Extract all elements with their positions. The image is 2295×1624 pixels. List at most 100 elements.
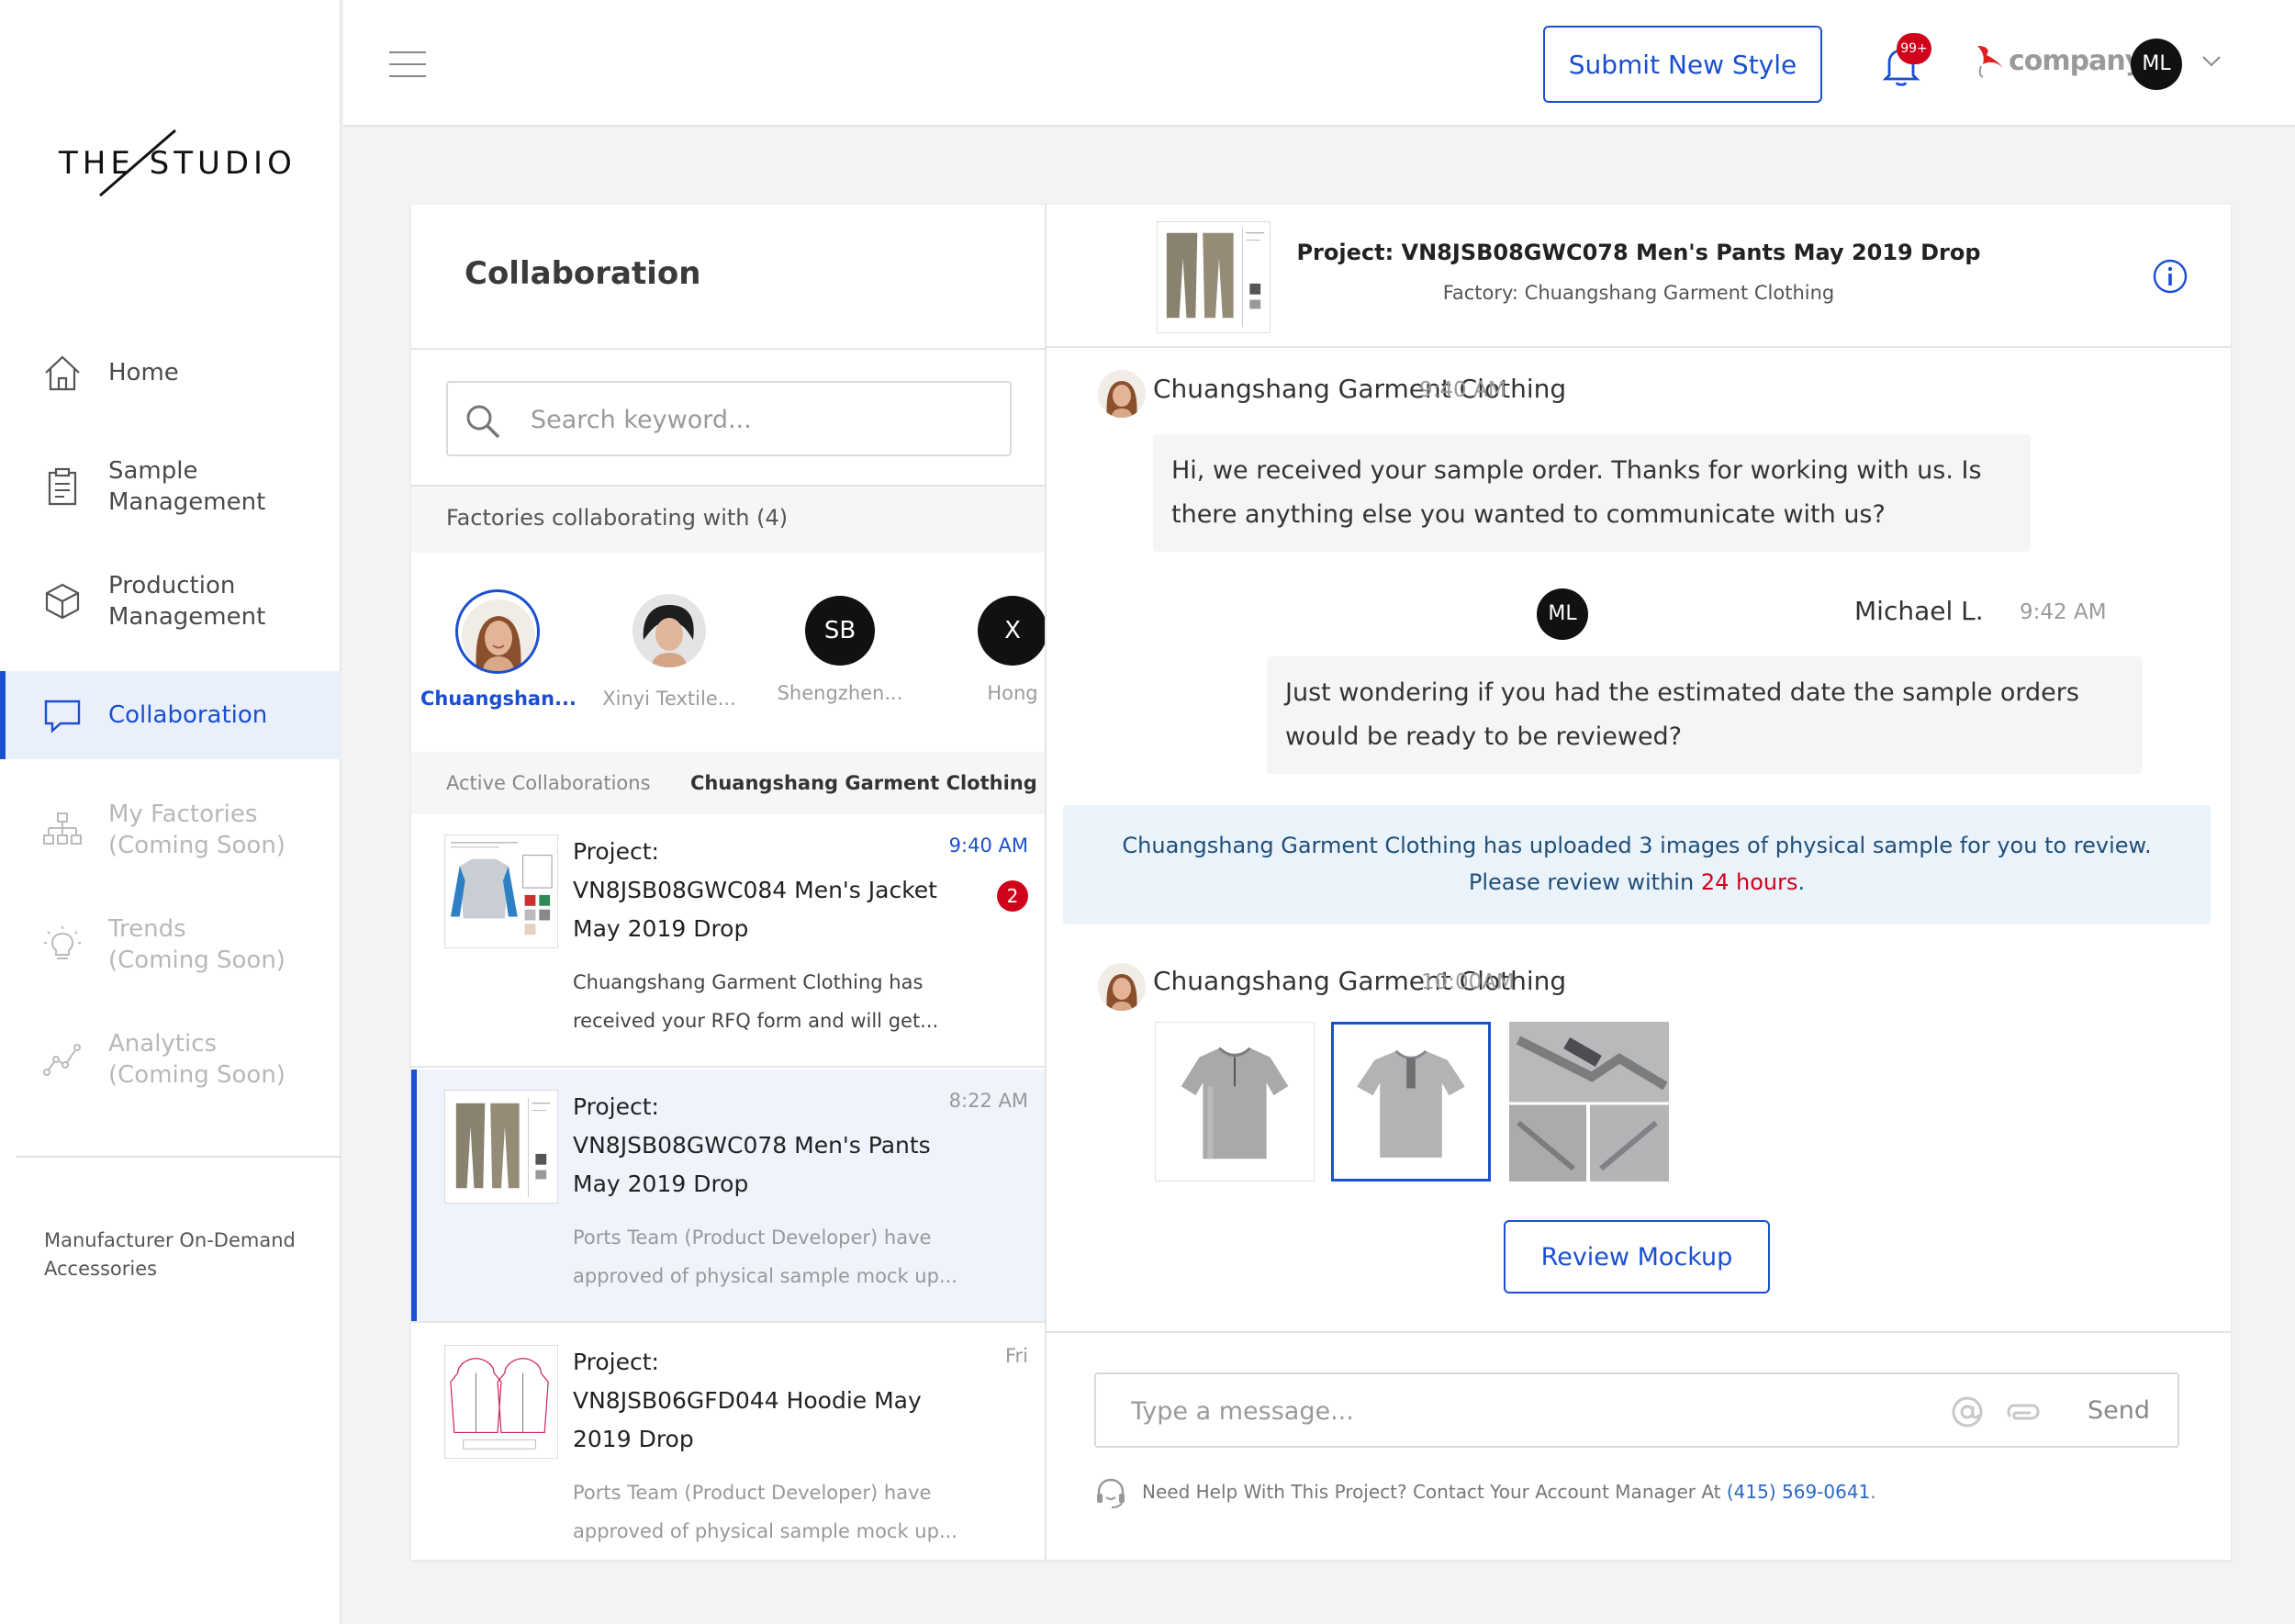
- notification-badge: 99+: [1897, 33, 1931, 64]
- search-icon: [466, 405, 500, 439]
- send-button[interactable]: Send: [2073, 1387, 2165, 1433]
- thread-title: Project: VN8JSB08GWC084 Men's Jacket May…: [573, 838, 937, 942]
- thread-preview: Ports Team (Product Developer) have appr…: [573, 1226, 957, 1287]
- factory-avatar: [1098, 370, 1146, 418]
- sidebar-item-production-management[interactable]: Production Management: [0, 557, 341, 645]
- message-input[interactable]: [1131, 1391, 1939, 1431]
- sample-image-1[interactable]: [1155, 1022, 1315, 1182]
- sidebar-item-home[interactable]: Home: [0, 329, 341, 417]
- thread-preview: Ports Team (Product Developer) have appr…: [573, 1482, 957, 1542]
- tech-pack-thumbnail: [444, 834, 558, 948]
- sidebar-item-label: My Factories (Coming Soon): [108, 801, 285, 859]
- pants-thumbnail: [444, 1090, 558, 1204]
- sample-detail-collage[interactable]: [1509, 1022, 1669, 1182]
- factory-chip-shengzhen[interactable]: SB Shengzhen...: [753, 571, 927, 704]
- box-icon: [45, 583, 80, 620]
- sidebar-item-label: Trends (Coming Soon): [108, 915, 285, 974]
- chevron-down-icon[interactable]: [2201, 55, 2222, 68]
- factory-name: Chuangshan...: [420, 688, 577, 710]
- submit-new-style-button[interactable]: Submit New Style: [1543, 26, 1822, 103]
- project-thumbnail[interactable]: [1157, 221, 1271, 333]
- factories-heading: Factories collaborating with (4): [446, 505, 789, 531]
- analytics-icon: [43, 1044, 81, 1076]
- thread-time: 9:40 AM: [948, 834, 1028, 857]
- message-composer: Send: [1094, 1372, 2179, 1448]
- user-avatar[interactable]: ML: [2131, 39, 2182, 90]
- company-bird-icon: [1977, 46, 2003, 78]
- sidebar-item-label: Production Management: [108, 572, 266, 631]
- collaboration-panel: Collaboration Factories collaborating wi…: [411, 205, 2231, 1560]
- active-factory-name: Chuangshang Garment Clothing: [690, 772, 1037, 794]
- factory-chip-chuangshang[interactable]: Chuangshan...: [411, 571, 586, 710]
- search-box: [446, 381, 1012, 456]
- factory-chip-xinyi[interactable]: Xinyi Textile...: [582, 571, 756, 710]
- clipboard-icon: [48, 467, 77, 506]
- sidebar-item-label: Analytics (Coming Soon): [108, 1030, 285, 1089]
- user-avatar-small: ML: [1537, 588, 1588, 640]
- mention-icon[interactable]: [1950, 1394, 1985, 1429]
- sidebar: THE STUDIO Home Sample Management Produc…: [0, 0, 341, 1624]
- factory-name: Hong: [987, 682, 1038, 704]
- info-icon[interactable]: [2152, 258, 2189, 295]
- factories-heading-bar: Factories collaborating with (4): [411, 487, 1045, 553]
- sidebar-item-collaboration[interactable]: Collaboration: [0, 671, 341, 759]
- studio-logo[interactable]: THE STUDIO: [59, 127, 297, 200]
- selected-ring: [455, 589, 540, 674]
- org-chart-icon: [43, 812, 82, 845]
- help-prefix: Need Help With This Project? Contact You…: [1142, 1481, 1727, 1503]
- headset-icon: [1097, 1478, 1125, 1508]
- message-sender: Michael L.: [1854, 596, 1984, 626]
- page-title: Collaboration: [465, 255, 701, 292]
- logo-slash-icon: [99, 129, 176, 197]
- divider: [411, 348, 1047, 350]
- hoodie-sketch-thumbnail: [444, 1345, 558, 1459]
- sidebar-item-label: Sample Management: [108, 457, 266, 516]
- message-bubble: Hi, we received your sample order. Thank…: [1153, 434, 2031, 552]
- thread-title: Project: VN8JSB08GWC078 Men's Pants May …: [573, 1093, 931, 1197]
- company-logo: company: [1974, 42, 2143, 79]
- divider: [1047, 1331, 2231, 1333]
- sidebar-item-label: Home: [108, 359, 179, 386]
- thread-title: Project: VN8JSB06GFD044 Hoodie May 2019 …: [573, 1349, 922, 1452]
- conversation-thread-selected[interactable]: Project: VN8JSB08GWC078 Men's Pants May …: [411, 1070, 1045, 1323]
- message-time-text: 9:40 AM: [1419, 378, 1506, 402]
- chat-icon: [44, 700, 81, 734]
- notice-deadline: 24 hours: [1700, 869, 1798, 895]
- message-time-text: 9:42 AM: [2020, 600, 2107, 624]
- review-mockup-button[interactable]: Review Mockup: [1504, 1220, 1770, 1294]
- sidebar-item-my-factories: My Factories (Coming Soon): [0, 786, 341, 874]
- thread-preview: Chuangshang Garment Clothing has receive…: [573, 971, 939, 1032]
- home-icon: [45, 355, 80, 391]
- sidebar-item-trends: Trends (Coming Soon): [0, 901, 341, 989]
- message-time-text: 10:00AM: [1421, 970, 1515, 994]
- sample-image-2-selected[interactable]: [1331, 1022, 1491, 1182]
- paperclip-icon[interactable]: [2005, 1396, 2042, 1428]
- sidebar-item-label: Collaboration: [108, 701, 268, 729]
- project-header: Project: VN8JSB08GWC078 Men's Pants May …: [1047, 205, 2231, 348]
- account-manager-phone-link[interactable]: (415) 569-0641: [1727, 1481, 1870, 1503]
- factory-name: Xinyi Textile...: [602, 688, 736, 710]
- hamburger-menu-icon[interactable]: [389, 51, 426, 77]
- chat-pane: Project: VN8JSB08GWC078 Men's Pants May …: [1047, 205, 2231, 1560]
- factory-chip-hong[interactable]: X Hong: [925, 571, 1045, 704]
- factory-avatar: [1098, 963, 1146, 1011]
- help-suffix: .: [1870, 1481, 1876, 1503]
- project-title: Project: VN8JSB08GWC078 Men's Pants May …: [1296, 240, 1981, 265]
- conversation-thread[interactable]: Project: VN8JSB06GFD044 Hoodie May 2019 …: [411, 1325, 1045, 1578]
- thread-time: 8:22 AM: [948, 1090, 1028, 1112]
- conversation-list-pane: Collaboration Factories collaborating wi…: [411, 205, 1047, 1560]
- unread-badge: 2: [997, 880, 1028, 912]
- search-input[interactable]: [531, 399, 990, 440]
- notice-prefix: Please review within: [1468, 869, 1701, 895]
- active-collaborations-label: Active Collaborations: [446, 772, 651, 794]
- notice-deadline-line: Please review within 24 hours.: [1063, 864, 2211, 901]
- factory-avatar: [633, 594, 706, 667]
- factory-initials-avatar: X: [978, 596, 1045, 666]
- conversation-thread[interactable]: Project: VN8JSB08GWC084 Men's Jacket May…: [411, 814, 1045, 1068]
- notice-main-text: Chuangshang Garment Clothing has uploade…: [1122, 833, 2152, 858]
- lightbulb-icon: [44, 926, 81, 959]
- sidebar-item-sample-management[interactable]: Sample Management: [0, 442, 341, 531]
- sidebar-item-analytics: Analytics (Coming Soon): [0, 1015, 341, 1103]
- thread-time: Fri: [1004, 1345, 1028, 1367]
- sidebar-footer-text[interactable]: Manufacturer On-Demand Accessories: [44, 1226, 338, 1283]
